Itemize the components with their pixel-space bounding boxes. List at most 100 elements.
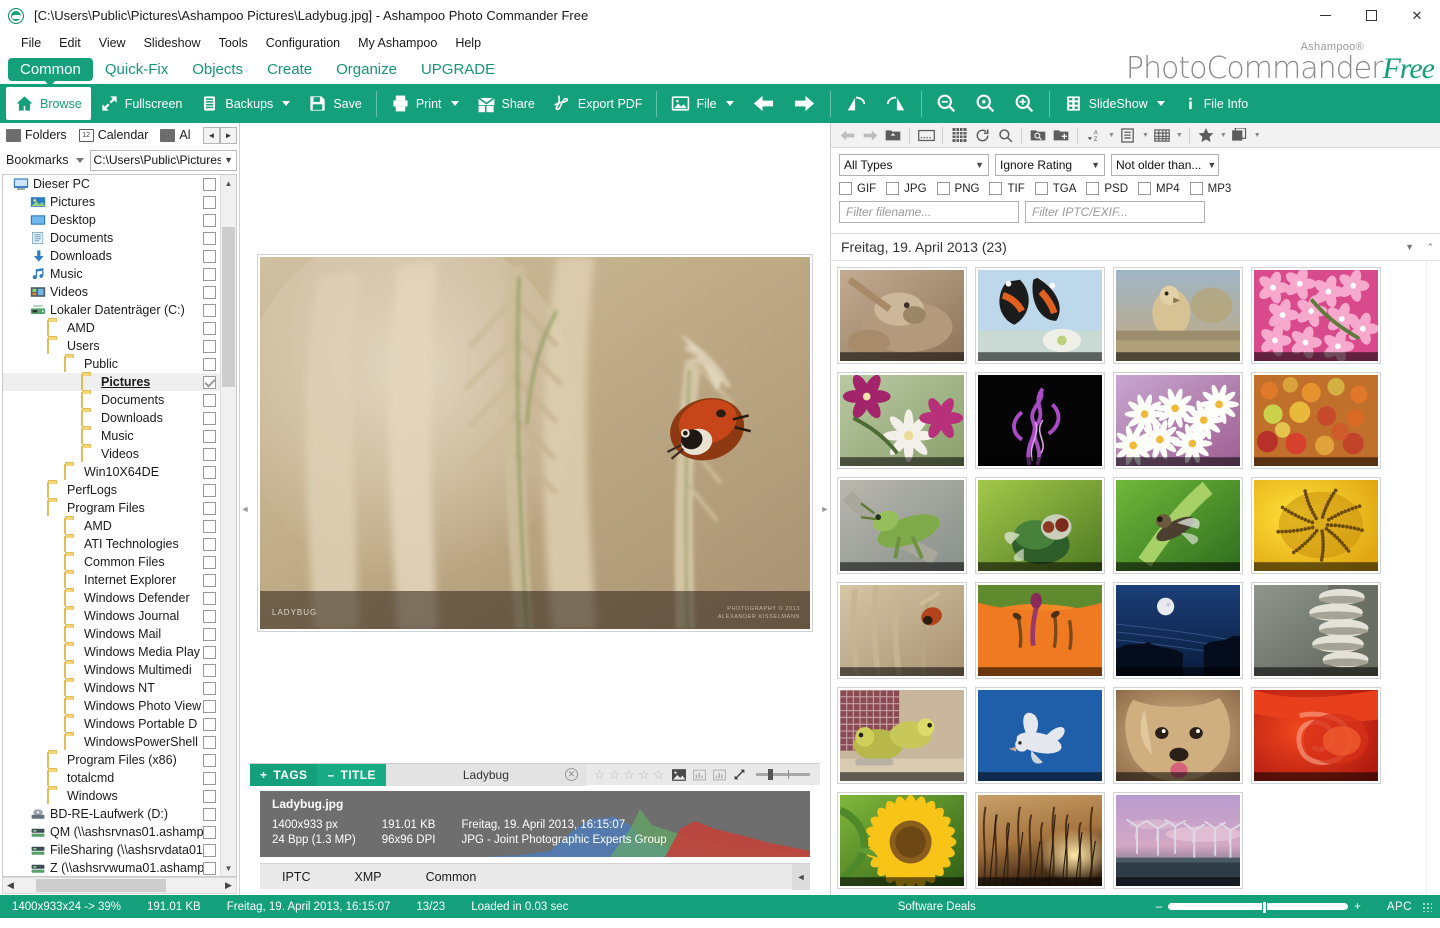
rotate-left-button[interactable] bbox=[836, 87, 876, 120]
thumbnail-item[interactable] bbox=[975, 792, 1105, 889]
tree-item[interactable]: Windows bbox=[3, 787, 220, 805]
checkbox-box[interactable] bbox=[1035, 182, 1048, 195]
tree-item[interactable]: totalcmd bbox=[3, 769, 220, 787]
maximize-button[interactable] bbox=[1348, 0, 1394, 31]
thumbnail-item[interactable] bbox=[1113, 582, 1243, 679]
menu-item-slideshow[interactable]: Slideshow bbox=[135, 34, 210, 52]
tree-item-checkbox[interactable] bbox=[203, 790, 216, 803]
tree-item[interactable]: AMD bbox=[3, 517, 220, 535]
tree-item-checkbox[interactable] bbox=[203, 592, 216, 605]
tree-item-checkbox[interactable] bbox=[203, 844, 216, 857]
star-4-icon[interactable]: ☆ bbox=[638, 767, 650, 783]
size-slider-knob[interactable] bbox=[1262, 901, 1267, 914]
scroll-left-icon[interactable]: ◀ bbox=[3, 880, 18, 891]
checkbox-box[interactable] bbox=[1190, 182, 1203, 195]
thumbnail-grid[interactable] bbox=[831, 261, 1426, 895]
tab-objects[interactable]: Objects bbox=[180, 58, 255, 81]
tree-item-checkbox[interactable] bbox=[203, 268, 216, 281]
tree-item[interactable]: Program Files bbox=[3, 499, 220, 517]
tree-item[interactable]: Lokaler Datenträger (C:) bbox=[3, 301, 220, 319]
next-image-button[interactable] bbox=[784, 87, 825, 120]
list-details-icon[interactable] bbox=[1118, 126, 1138, 145]
tree-item[interactable]: Pictures bbox=[3, 373, 220, 391]
thumbnail-item[interactable] bbox=[1251, 477, 1381, 574]
tree-item-checkbox[interactable] bbox=[203, 826, 216, 839]
thumbnail-item[interactable] bbox=[837, 687, 967, 784]
tree-item[interactable]: Windows Media Play bbox=[3, 643, 220, 661]
checkbox-box[interactable] bbox=[886, 182, 899, 195]
save-button[interactable]: Save bbox=[299, 87, 371, 120]
tree-item[interactable]: Desktop bbox=[3, 211, 220, 229]
tree-item[interactable]: Z (\\ashsrvwuma01.ashamp bbox=[3, 859, 220, 876]
thumbnail-item[interactable] bbox=[837, 372, 967, 469]
path-combobox[interactable]: C:\Users\Public\Pictures ▼ bbox=[90, 150, 237, 171]
tree-item[interactable]: FileSharing (\\ashsrvdata01 bbox=[3, 841, 220, 859]
tree-item-checkbox[interactable] bbox=[203, 646, 216, 659]
scrollbar-thumb[interactable] bbox=[222, 227, 235, 387]
image-preview-area[interactable]: LADYBUG PHOTOGRAPHY © 2013 ALEXANDER KIS… bbox=[250, 123, 820, 763]
type-filter-select[interactable]: All Types ▼ bbox=[839, 154, 989, 176]
zoom-plus-label[interactable]: + bbox=[1354, 901, 1361, 913]
tree-vertical-scrollbar[interactable]: ▲ ▼ bbox=[220, 175, 236, 876]
preview-zoom-slider[interactable] bbox=[746, 773, 820, 776]
thumbnail-item[interactable] bbox=[975, 372, 1105, 469]
folder-tree[interactable]: Dieser PCPicturesDesktopDocumentsDownloa… bbox=[3, 175, 220, 876]
scroll-down-icon[interactable]: ▼ bbox=[221, 860, 236, 876]
forward-icon[interactable] bbox=[860, 126, 880, 145]
format-checkbox-tif[interactable]: TIF bbox=[989, 182, 1024, 195]
tree-item-checkbox[interactable] bbox=[203, 736, 216, 749]
tab-create[interactable]: Create bbox=[255, 58, 324, 81]
export-pdf-button[interactable]: Export PDF bbox=[544, 87, 652, 120]
print-button[interactable]: Print bbox=[382, 87, 468, 120]
tree-item-checkbox[interactable] bbox=[203, 178, 216, 191]
tab-quick-fix[interactable]: Quick-Fix bbox=[93, 58, 180, 81]
previous-image-button[interactable] bbox=[743, 87, 784, 120]
bookmarks-button[interactable]: Bookmarks bbox=[2, 151, 88, 169]
group-header[interactable]: Freitag, 19. April 2013 (23) ▼ ⌃ bbox=[831, 233, 1440, 261]
tree-item[interactable]: Music bbox=[3, 427, 220, 445]
zoom-out-button[interactable] bbox=[927, 87, 966, 120]
tree-item[interactable]: Windows Mail bbox=[3, 625, 220, 643]
tree-item[interactable]: Windows Journal bbox=[3, 607, 220, 625]
tree-item-checkbox[interactable] bbox=[203, 484, 216, 497]
tree-item[interactable]: PerfLogs bbox=[3, 481, 220, 499]
tree-item[interactable]: Dieser PC bbox=[3, 175, 220, 193]
clear-title-icon[interactable]: ✕ bbox=[565, 768, 578, 781]
tree-item-checkbox[interactable] bbox=[203, 250, 216, 263]
format-checkbox-mp3[interactable]: MP3 bbox=[1190, 182, 1232, 195]
menu-item-configuration[interactable]: Configuration bbox=[257, 34, 349, 52]
star-1-icon[interactable]: ☆ bbox=[594, 767, 606, 783]
tree-item-checkbox[interactable] bbox=[203, 718, 216, 731]
tree-item-checkbox[interactable] bbox=[203, 214, 216, 227]
left-tab-albums[interactable]: Al bbox=[156, 126, 194, 144]
zoom-fit-button[interactable] bbox=[966, 87, 1005, 120]
tree-item[interactable]: Windows Photo View bbox=[3, 697, 220, 715]
tree-item[interactable]: WindowsPowerShell bbox=[3, 733, 220, 751]
hscroll-track[interactable] bbox=[18, 879, 221, 892]
tree-item[interactable]: Windows Portable D bbox=[3, 715, 220, 733]
tree-horizontal-scrollbar[interactable]: ◀ ▶ bbox=[2, 877, 237, 894]
rating-filter-select[interactable]: Ignore Rating ▼ bbox=[995, 154, 1105, 176]
left-tab-folders[interactable]: Folders bbox=[2, 126, 71, 144]
minimize-button[interactable] bbox=[1302, 0, 1348, 31]
zoom-slider-track[interactable] bbox=[756, 773, 810, 776]
checkbox-box[interactable] bbox=[1138, 182, 1151, 195]
thumbnail-item[interactable] bbox=[975, 582, 1105, 679]
thumbnail-item[interactable] bbox=[837, 477, 967, 574]
tree-item[interactable]: ATI Technologies bbox=[3, 535, 220, 553]
chevron-down-icon[interactable]: ▼ bbox=[1254, 132, 1261, 139]
menu-item-edit[interactable]: Edit bbox=[50, 34, 90, 52]
grid-view-icon[interactable] bbox=[949, 126, 969, 145]
format-checkbox-jpg[interactable]: JPG bbox=[886, 182, 926, 195]
zoom-in-button[interactable] bbox=[1005, 87, 1044, 120]
star-2-icon[interactable]: ☆ bbox=[609, 767, 621, 783]
rotate-right-button[interactable] bbox=[876, 87, 916, 120]
tree-item[interactable]: Documents bbox=[3, 391, 220, 409]
image-thumb-icon[interactable] bbox=[672, 769, 686, 781]
tree-item-checkbox[interactable] bbox=[203, 538, 216, 551]
histogram-right-icon[interactable] bbox=[713, 769, 726, 781]
thumbnail-item[interactable] bbox=[1251, 687, 1381, 784]
menu-item-tools[interactable]: Tools bbox=[210, 34, 257, 52]
tab-xmp[interactable]: XMP bbox=[332, 870, 403, 884]
browse-button[interactable]: Browse bbox=[6, 87, 91, 120]
